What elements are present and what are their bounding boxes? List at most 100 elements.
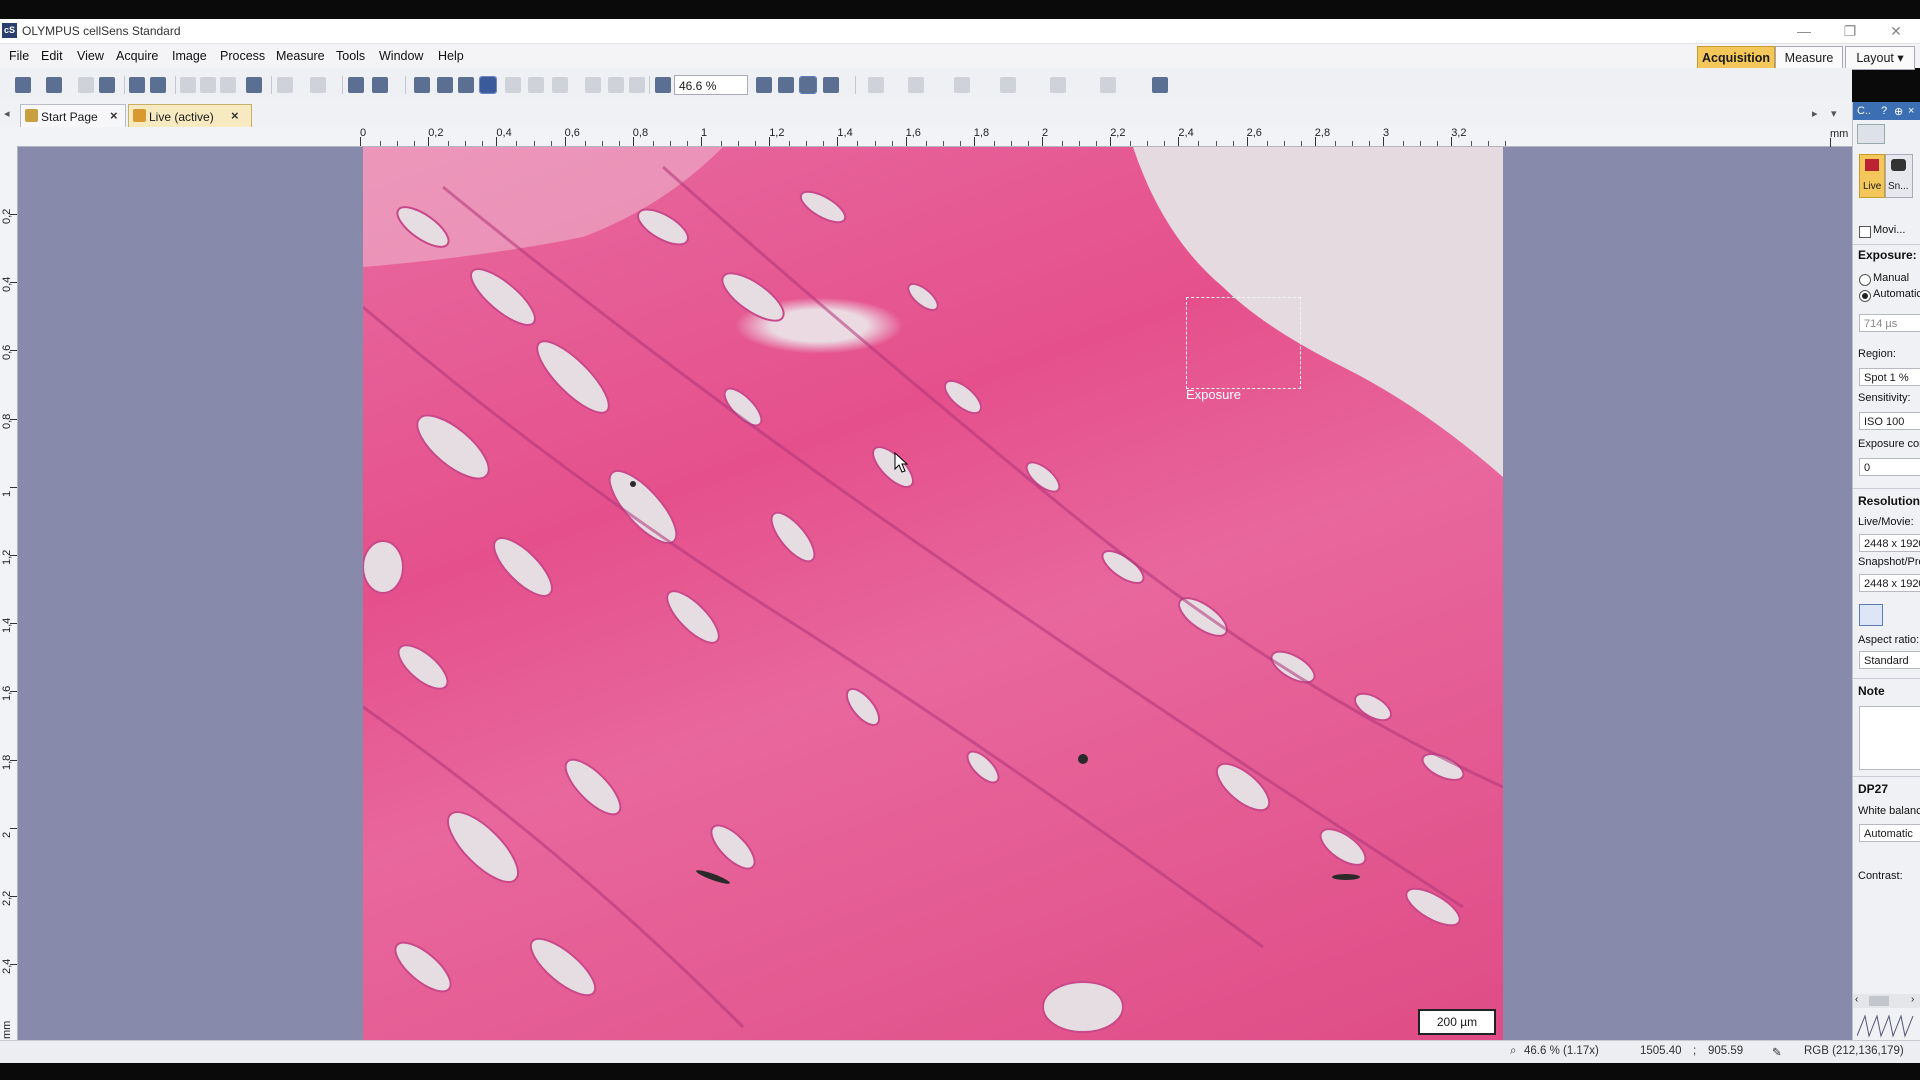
- crop-region-icon[interactable]: [1859, 604, 1883, 626]
- objective-20x-icon[interactable]: [1000, 77, 1016, 93]
- menu-view[interactable]: View: [77, 49, 104, 63]
- panel-scrollbar[interactable]: ‹ ›: [1853, 994, 1920, 1008]
- magnifier-icon: ⌕: [1510, 1045, 1517, 1057]
- paste-special-icon[interactable]: [246, 77, 262, 93]
- ruler-minor-tick: [1403, 141, 1405, 146]
- menu-measure[interactable]: Measure: [276, 49, 325, 63]
- rect-select-icon[interactable]: [505, 77, 521, 93]
- layout-dropdown[interactable]: Layout ▾: [1845, 46, 1915, 70]
- tab-scroll-right-icon[interactable]: ▸: [1812, 107, 1818, 120]
- copy-icon[interactable]: [200, 77, 216, 93]
- menu-image[interactable]: Image: [172, 49, 207, 63]
- close-icon[interactable]: ✕: [1876, 21, 1916, 41]
- automatic-radio[interactable]: [1859, 290, 1871, 302]
- menu-window[interactable]: Window: [379, 49, 423, 63]
- transform-icon[interactable]: [552, 77, 568, 93]
- zoom-level-input[interactable]: 46.6 %: [674, 75, 748, 95]
- fit-window-icon[interactable]: [799, 76, 817, 94]
- pan-hand-icon[interactable]: [414, 77, 430, 93]
- tab-scroll-left-icon[interactable]: ◂: [4, 107, 10, 120]
- sensitivity-select[interactable]: ISO 100: [1859, 412, 1920, 430]
- lasso-icon[interactable]: [528, 77, 544, 93]
- snapshot-resolution-select[interactable]: 2448 x 1920: [1859, 574, 1920, 592]
- save-icon[interactable]: [78, 77, 94, 93]
- scroll-thumb[interactable]: [1869, 996, 1889, 1006]
- menu-process[interactable]: Process: [220, 49, 265, 63]
- white-balance-select[interactable]: Automatic: [1859, 824, 1920, 842]
- movie-checkbox[interactable]: [1859, 226, 1871, 238]
- check-icon[interactable]: [585, 77, 601, 93]
- ruler-minor-tick: [1334, 141, 1336, 146]
- save-all-icon[interactable]: [99, 77, 115, 93]
- paste-icon[interactable]: [220, 77, 236, 93]
- ruler-minor-tick: [1283, 141, 1285, 146]
- note-textarea[interactable]: [1859, 706, 1920, 770]
- menu-tools[interactable]: Tools: [336, 49, 365, 63]
- workspace-acquisition-button[interactable]: Acquisition: [1697, 46, 1775, 70]
- minimize-icon[interactable]: —: [1784, 21, 1824, 41]
- snapshot-button[interactable]: Sn...: [1885, 154, 1913, 198]
- close-tab-icon[interactable]: ×: [110, 108, 118, 123]
- crop-icon[interactable]: [458, 77, 474, 93]
- print-preview-icon[interactable]: [150, 77, 166, 93]
- undo-icon[interactable]: [277, 77, 293, 93]
- objective-40x-icon[interactable]: [1050, 77, 1066, 93]
- cut-icon[interactable]: [180, 77, 196, 93]
- menu-edit[interactable]: Edit: [41, 49, 63, 63]
- histology-image[interactable]: Exposure: [363, 147, 1503, 1040]
- manual-radio[interactable]: [1859, 274, 1871, 286]
- select-window-icon[interactable]: [348, 77, 364, 93]
- objective-icon[interactable]: [868, 77, 884, 93]
- zoom-in-icon[interactable]: [756, 77, 772, 93]
- pointer-select-icon[interactable]: [479, 76, 497, 94]
- close-panel-icon[interactable]: ×: [1908, 105, 1914, 117]
- ruler-minor-tick: [1215, 141, 1217, 146]
- close-tab-icon[interactable]: ×: [231, 108, 239, 123]
- pin-icon[interactable]: ⊕: [1894, 105, 1903, 118]
- live-movie-resolution-select[interactable]: 2448 x 1920: [1859, 534, 1920, 552]
- exposure-time-field[interactable]: 714 µs: [1859, 314, 1920, 332]
- menu-file[interactable]: File: [9, 49, 29, 63]
- white-balance-label: White balanc: [1858, 805, 1920, 817]
- ruler-tick-label: 2,2: [1, 890, 13, 906]
- help-pointer-icon[interactable]: [372, 77, 388, 93]
- manual-label: Manual: [1873, 272, 1910, 284]
- objective-10x-icon[interactable]: [954, 77, 970, 93]
- image-canvas[interactable]: Exposure 200 µm: [18, 147, 1852, 1040]
- print-icon[interactable]: [129, 77, 145, 93]
- menu-acquire[interactable]: Acquire: [116, 49, 158, 63]
- exposure-roi-box[interactable]: [1186, 297, 1301, 389]
- region-select[interactable]: Spot 1 %: [1859, 368, 1920, 386]
- zoom-tool-icon[interactable]: [437, 77, 453, 93]
- aspect-ratio-select[interactable]: Standard: [1859, 651, 1920, 669]
- ruler-minor-tick: [1130, 141, 1132, 146]
- menu-help[interactable]: Help: [438, 49, 464, 63]
- scroll-left-icon[interactable]: ‹: [1855, 994, 1858, 1005]
- tab-start-page[interactable]: Start Page ×: [20, 104, 126, 127]
- objective-60x-icon[interactable]: [1100, 77, 1116, 93]
- ruler-tick-label: 1,6: [1, 686, 13, 702]
- objective-4x-icon[interactable]: [908, 77, 924, 93]
- workspace-measure-button[interactable]: Measure: [1775, 46, 1843, 70]
- help-icon[interactable]: ?: [1881, 105, 1887, 117]
- live-button[interactable]: Live: [1859, 154, 1885, 198]
- chevron-down-icon: ▾: [1897, 51, 1904, 65]
- cancel-icon[interactable]: [608, 77, 624, 93]
- camera-tools-dropdown[interactable]: [1857, 124, 1885, 144]
- tab-live-active[interactable]: Live (active) ×: [128, 104, 252, 127]
- open-folder-icon[interactable]: [46, 77, 62, 93]
- tab-list-dropdown-icon[interactable]: ▾: [1831, 107, 1837, 120]
- scroll-right-icon[interactable]: ›: [1911, 994, 1914, 1005]
- restore-icon[interactable]: ❐: [1830, 21, 1870, 41]
- exposure-compensation-field[interactable]: 0: [1859, 458, 1920, 476]
- camera-settings-icon[interactable]: [1152, 77, 1168, 93]
- ruler-minor-tick: [584, 141, 586, 146]
- display-mode-icon[interactable]: [823, 77, 839, 93]
- ruler-minor-tick: [925, 141, 927, 146]
- ruler-tick-mark: [10, 214, 17, 215]
- options-icon[interactable]: [629, 77, 645, 93]
- redo-icon[interactable]: [310, 77, 326, 93]
- zoom-out-icon[interactable]: [655, 77, 671, 93]
- new-document-icon[interactable]: [15, 77, 31, 93]
- fit-image-icon[interactable]: [778, 77, 794, 93]
